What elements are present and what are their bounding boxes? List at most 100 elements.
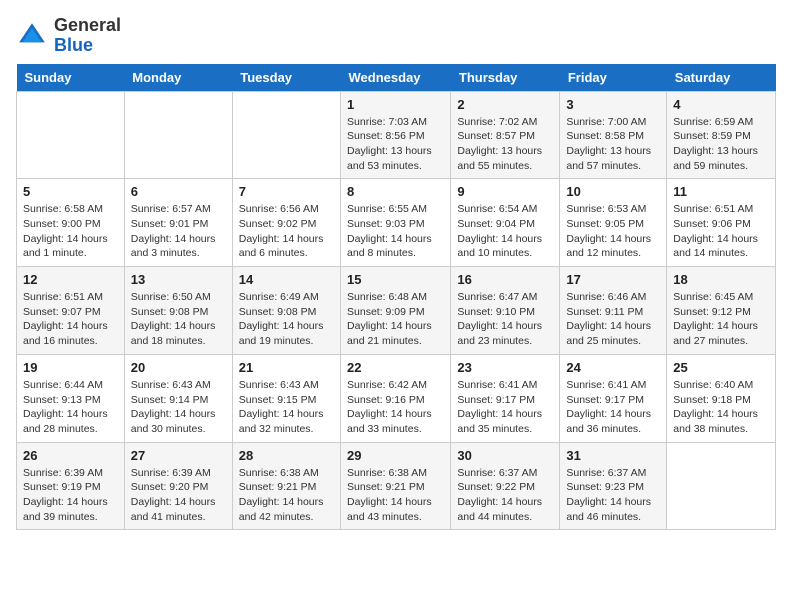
weekday-header-row: SundayMondayTuesdayWednesdayThursdayFrid… [17, 64, 776, 92]
day-info: Sunrise: 6:54 AM Sunset: 9:04 PM Dayligh… [457, 202, 553, 261]
calendar-cell: 31Sunrise: 6:37 AM Sunset: 9:23 PM Dayli… [560, 442, 667, 530]
day-number: 21 [239, 360, 334, 375]
day-info: Sunrise: 6:44 AM Sunset: 9:13 PM Dayligh… [23, 378, 118, 437]
day-number: 9 [457, 184, 553, 199]
calendar-cell [124, 91, 232, 179]
calendar-cell: 7Sunrise: 6:56 AM Sunset: 9:02 PM Daylig… [232, 179, 340, 267]
day-number: 6 [131, 184, 226, 199]
calendar-cell: 8 Sunrise: 6:55 AM Sunset: 9:03 PM Daylig… [341, 179, 451, 267]
day-info: Sunrise: 6:38 AM Sunset: 9:21 PM Dayligh… [347, 466, 444, 525]
day-info: Sunrise: 6:55 AM Sunset: 9:03 PM Dayligh… [347, 202, 444, 261]
page-header: General Blue [16, 16, 776, 56]
day-number: 23 [457, 360, 553, 375]
calendar-cell: 14Sunrise: 6:49 AM Sunset: 9:08 PM Dayli… [232, 267, 340, 355]
day-number: 17 [566, 272, 660, 287]
weekday-header-friday: Friday [560, 64, 667, 92]
day-info: Sunrise: 7:03 AM Sunset: 8:56 PM Dayligh… [347, 115, 444, 174]
logo-general: General [54, 15, 121, 35]
day-info: Sunrise: 6:48 AM Sunset: 9:09 PM Dayligh… [347, 290, 444, 349]
weekday-header-tuesday: Tuesday [232, 64, 340, 92]
day-info: Sunrise: 6:42 AM Sunset: 9:16 PM Dayligh… [347, 378, 444, 437]
logo-icon [16, 20, 48, 52]
calendar-cell: 12 Sunrise: 6:51 AM Sunset: 9:07 PM Dayli… [17, 267, 125, 355]
calendar-cell: 5Sunrise: 6:58 AM Sunset: 9:00 PM Daylig… [17, 179, 125, 267]
logo: General Blue [16, 16, 121, 56]
calendar-cell: 23 Sunrise: 6:41 AM Sunset: 9:17 PM Dayli… [451, 354, 560, 442]
calendar-cell: 11Sunrise: 6:51 AM Sunset: 9:06 PM Dayli… [667, 179, 776, 267]
calendar-cell [17, 91, 125, 179]
day-info: Sunrise: 6:45 AM Sunset: 9:12 PM Dayligh… [673, 290, 769, 349]
calendar-cell: 22 Sunrise: 6:42 AM Sunset: 9:16 PM Dayli… [341, 354, 451, 442]
day-number: 11 [673, 184, 769, 199]
day-number: 24 [566, 360, 660, 375]
day-number: 13 [131, 272, 226, 287]
weekday-header-saturday: Saturday [667, 64, 776, 92]
day-info: Sunrise: 6:51 AM Sunset: 9:07 PM Dayligh… [23, 290, 118, 349]
day-info: Sunrise: 6:38 AM Sunset: 9:21 PM Dayligh… [239, 466, 334, 525]
calendar-cell: 18 Sunrise: 6:45 AM Sunset: 9:12 PM Dayli… [667, 267, 776, 355]
day-number: 18 [673, 272, 769, 287]
day-info: Sunrise: 6:46 AM Sunset: 9:11 PM Dayligh… [566, 290, 660, 349]
calendar-cell: 29 Sunrise: 6:38 AM Sunset: 9:21 PM Dayli… [341, 442, 451, 530]
calendar-table: SundayMondayTuesdayWednesdayThursdayFrid… [16, 64, 776, 531]
day-number: 22 [347, 360, 444, 375]
logo-text: General Blue [54, 16, 121, 56]
week-row-5: 26 Sunrise: 6:39 AM Sunset: 9:19 PM Dayli… [17, 442, 776, 530]
day-number: 12 [23, 272, 118, 287]
day-info: Sunrise: 6:49 AM Sunset: 9:08 PM Dayligh… [239, 290, 334, 349]
day-number: 16 [457, 272, 553, 287]
day-number: 28 [239, 448, 334, 463]
calendar-cell: 3Sunrise: 7:00 AM Sunset: 8:58 PM Daylig… [560, 91, 667, 179]
calendar-cell: 4Sunrise: 6:59 AM Sunset: 8:59 PM Daylig… [667, 91, 776, 179]
calendar-cell: 25 Sunrise: 6:40 AM Sunset: 9:18 PM Dayli… [667, 354, 776, 442]
day-number: 19 [23, 360, 118, 375]
calendar-cell: 28 Sunrise: 6:38 AM Sunset: 9:21 PM Dayli… [232, 442, 340, 530]
day-number: 29 [347, 448, 444, 463]
calendar-cell: 27 Sunrise: 6:39 AM Sunset: 9:20 PM Dayli… [124, 442, 232, 530]
calendar-cell: 26 Sunrise: 6:39 AM Sunset: 9:19 PM Dayli… [17, 442, 125, 530]
day-number: 7 [239, 184, 334, 199]
day-info: Sunrise: 6:40 AM Sunset: 9:18 PM Dayligh… [673, 378, 769, 437]
week-row-4: 19 Sunrise: 6:44 AM Sunset: 9:13 PM Dayli… [17, 354, 776, 442]
week-row-3: 12 Sunrise: 6:51 AM Sunset: 9:07 PM Dayli… [17, 267, 776, 355]
day-number: 27 [131, 448, 226, 463]
day-info: Sunrise: 6:39 AM Sunset: 9:19 PM Dayligh… [23, 466, 118, 525]
day-number: 31 [566, 448, 660, 463]
day-number: 26 [23, 448, 118, 463]
day-number: 15 [347, 272, 444, 287]
day-info: Sunrise: 6:43 AM Sunset: 9:15 PM Dayligh… [239, 378, 334, 437]
day-number: 10 [566, 184, 660, 199]
day-info: Sunrise: 6:43 AM Sunset: 9:14 PM Dayligh… [131, 378, 226, 437]
calendar-cell: 1 Sunrise: 7:03 AM Sunset: 8:56 PM Daylig… [341, 91, 451, 179]
day-info: Sunrise: 6:41 AM Sunset: 9:17 PM Dayligh… [457, 378, 553, 437]
day-number: 20 [131, 360, 226, 375]
day-info: Sunrise: 6:37 AM Sunset: 9:22 PM Dayligh… [457, 466, 553, 525]
day-number: 30 [457, 448, 553, 463]
weekday-header-wednesday: Wednesday [341, 64, 451, 92]
calendar-cell: 6 Sunrise: 6:57 AM Sunset: 9:01 PM Daylig… [124, 179, 232, 267]
day-info: Sunrise: 6:57 AM Sunset: 9:01 PM Dayligh… [131, 202, 226, 261]
week-row-1: 1 Sunrise: 7:03 AM Sunset: 8:56 PM Daylig… [17, 91, 776, 179]
calendar-cell: 24 Sunrise: 6:41 AM Sunset: 9:17 PM Dayli… [560, 354, 667, 442]
calendar-cell: 15 Sunrise: 6:48 AM Sunset: 9:09 PM Dayli… [341, 267, 451, 355]
calendar-cell: 9 Sunrise: 6:54 AM Sunset: 9:04 PM Daylig… [451, 179, 560, 267]
day-info: Sunrise: 6:59 AM Sunset: 8:59 PM Dayligh… [673, 115, 769, 174]
weekday-header-thursday: Thursday [451, 64, 560, 92]
day-info: Sunrise: 6:41 AM Sunset: 9:17 PM Dayligh… [566, 378, 660, 437]
calendar-cell: 16Sunrise: 6:47 AM Sunset: 9:10 PM Dayli… [451, 267, 560, 355]
day-info: Sunrise: 6:39 AM Sunset: 9:20 PM Dayligh… [131, 466, 226, 525]
calendar-cell: 20 Sunrise: 6:43 AM Sunset: 9:14 PM Dayli… [124, 354, 232, 442]
calendar-cell: 13Sunrise: 6:50 AM Sunset: 9:08 PM Dayli… [124, 267, 232, 355]
day-number: 3 [566, 97, 660, 112]
calendar-cell: 19 Sunrise: 6:44 AM Sunset: 9:13 PM Dayli… [17, 354, 125, 442]
day-number: 1 [347, 97, 444, 112]
calendar-cell: 21 Sunrise: 6:43 AM Sunset: 9:15 PM Dayli… [232, 354, 340, 442]
calendar-cell: 10Sunrise: 6:53 AM Sunset: 9:05 PM Dayli… [560, 179, 667, 267]
day-number: 25 [673, 360, 769, 375]
day-number: 8 [347, 184, 444, 199]
week-row-2: 5Sunrise: 6:58 AM Sunset: 9:00 PM Daylig… [17, 179, 776, 267]
calendar-cell: 30 Sunrise: 6:37 AM Sunset: 9:22 PM Dayli… [451, 442, 560, 530]
day-number: 5 [23, 184, 118, 199]
logo-blue: Blue [54, 35, 93, 55]
calendar-cell: 2Sunrise: 7:02 AM Sunset: 8:57 PM Daylig… [451, 91, 560, 179]
